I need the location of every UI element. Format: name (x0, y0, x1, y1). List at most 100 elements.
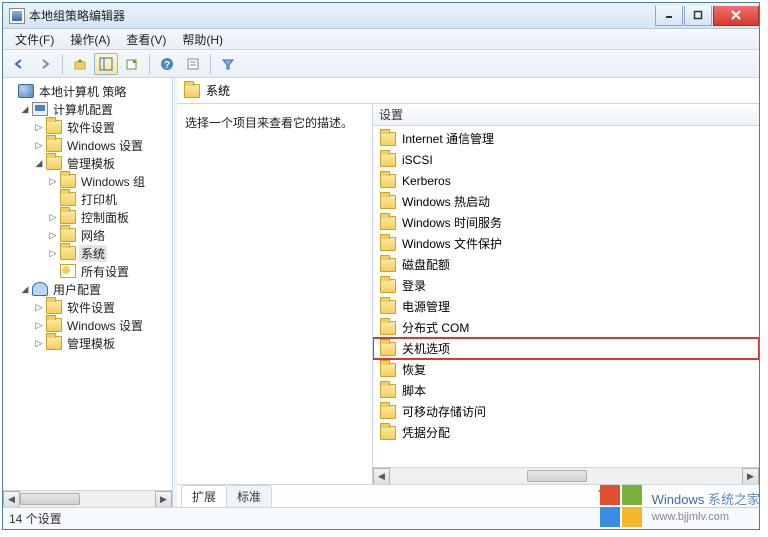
minimize-button[interactable] (655, 6, 683, 26)
tree-pane[interactable]: 本地计算机 策略 ◢ 计算机配置 ▷ 软件设置 ▷ Windows 设置 (3, 78, 173, 507)
list-item-label: 登录 (402, 277, 426, 294)
tree-control-panel[interactable]: 控制面板 (79, 209, 131, 226)
column-header-settings[interactable]: 设置 (373, 104, 759, 126)
tree-software-settings2[interactable]: 软件设置 (65, 299, 117, 316)
expander-closed-icon[interactable]: ▷ (33, 337, 45, 349)
expander-closed-icon[interactable]: ▷ (47, 175, 59, 187)
watermark-url: www.bjjmlv.com (652, 511, 729, 523)
scroll-left-icon[interactable]: ◀ (3, 491, 20, 507)
watermark-text: Windows 系统之家 www.bjjmlv.com (652, 489, 760, 523)
help-button[interactable]: ? (155, 53, 179, 75)
expander-closed-icon[interactable]: ▷ (47, 211, 59, 223)
items-hscrollbar[interactable]: ◀ ▶ (373, 467, 759, 484)
list-item[interactable]: Windows 文件保护 (373, 233, 759, 254)
folder-icon (380, 321, 396, 335)
tree-windows-components[interactable]: Windows 组 (79, 173, 147, 190)
list-item[interactable]: Internet 通信管理 (373, 128, 759, 149)
tab-standard[interactable]: 标准 (226, 485, 272, 507)
list-item[interactable]: 磁盘配额 (373, 254, 759, 275)
list-item[interactable]: iSCSI (373, 149, 759, 170)
list-item[interactable]: Windows 时间服务 (373, 212, 759, 233)
list-item-label: 脚本 (402, 382, 426, 399)
tree-user-config[interactable]: 用户配置 (51, 281, 103, 298)
filter-button[interactable] (216, 53, 240, 75)
list-item-label: 电源管理 (402, 298, 450, 315)
tree-windows-settings2[interactable]: Windows 设置 (65, 317, 145, 334)
folder-icon (46, 300, 62, 314)
list-item[interactable]: 可移动存储访问 (373, 401, 759, 422)
scroll-left-icon[interactable]: ◀ (373, 468, 390, 484)
watermark-brand: Windows (652, 492, 705, 507)
expander-closed-icon[interactable]: ▷ (33, 121, 45, 133)
folder-icon (60, 246, 76, 260)
folder-icon (184, 84, 200, 98)
list-item[interactable]: 登录 (373, 275, 759, 296)
expander-closed-icon[interactable]: ▷ (33, 139, 45, 151)
tree-hscrollbar[interactable]: ◀ ▶ (3, 490, 172, 507)
tree-windows-settings[interactable]: Windows 设置 (65, 137, 145, 154)
tree-admin-templates2[interactable]: 管理模板 (65, 335, 117, 352)
expander-closed-icon[interactable]: ▷ (33, 301, 45, 313)
export-button[interactable] (120, 53, 144, 75)
list-item-label: 分布式 COM (402, 319, 469, 336)
list-item[interactable]: 脚本 (373, 380, 759, 401)
properties-button[interactable] (181, 53, 205, 75)
help-icon: ? (160, 57, 174, 71)
back-button[interactable] (7, 53, 31, 75)
tab-extended[interactable]: 扩展 (181, 485, 227, 507)
list-item[interactable]: Windows 热启动 (373, 191, 759, 212)
list-item[interactable]: 凭据分配 (373, 422, 759, 443)
tree-printers[interactable]: 打印机 (79, 191, 119, 208)
expander-closed-icon[interactable]: ▷ (47, 247, 59, 259)
folder-icon (380, 279, 396, 293)
description-panel: 选择一个项目来查看它的描述。 (177, 104, 373, 484)
toolbar-sep (62, 54, 63, 74)
scroll-right-icon[interactable]: ▶ (742, 468, 759, 484)
tree-root[interactable]: 本地计算机 策略 (37, 83, 128, 100)
expander-closed-icon[interactable]: ▷ (33, 319, 45, 331)
menu-help[interactable]: 帮助(H) (174, 29, 231, 50)
list-item-label: 磁盘配额 (402, 256, 450, 273)
folder-icon (380, 195, 396, 209)
expander-closed-icon[interactable]: ▷ (47, 229, 59, 241)
list-item-label: Windows 热启动 (402, 193, 490, 210)
tree-admin-templates[interactable]: 管理模板 (65, 155, 117, 172)
show-tree-button[interactable] (94, 53, 118, 75)
tree-system[interactable]: 系统 (79, 245, 107, 262)
menu-file[interactable]: 文件(F) (7, 29, 62, 50)
minimize-icon (664, 10, 674, 20)
menu-action[interactable]: 操作(A) (62, 29, 118, 50)
list-item[interactable]: 电源管理 (373, 296, 759, 317)
expander-open-icon[interactable]: ◢ (33, 157, 45, 169)
expander-open-icon[interactable]: ◢ (19, 283, 31, 295)
tree-icon (99, 57, 113, 71)
folder-icon (46, 336, 62, 350)
tree-all-settings[interactable]: 所有设置 (79, 263, 131, 280)
scroll-right-icon[interactable]: ▶ (155, 491, 172, 507)
all-settings-icon (60, 264, 76, 278)
list-item[interactable]: 关机选项 (373, 338, 759, 359)
list-item-label: 关机选项 (402, 340, 450, 357)
folder-icon (380, 342, 396, 356)
up-button[interactable] (68, 53, 92, 75)
folder-icon (46, 120, 62, 134)
scroll-thumb[interactable] (527, 470, 587, 482)
window-buttons (654, 6, 759, 26)
list-item[interactable]: Kerberos (373, 170, 759, 191)
maximize-button[interactable] (684, 6, 712, 26)
scroll-thumb[interactable] (20, 493, 80, 505)
tree-computer-config[interactable]: 计算机配置 (51, 101, 115, 118)
menu-view[interactable]: 查看(V) (118, 29, 174, 50)
forward-button[interactable] (33, 53, 57, 75)
items-list[interactable]: Internet 通信管理iSCSIKerberos Windows 热启动 Win… (373, 126, 759, 467)
tree-network[interactable]: 网络 (79, 227, 107, 244)
list-item-label: 凭据分配 (402, 424, 450, 441)
list-item[interactable]: 分布式 COM (373, 317, 759, 338)
folder-icon (46, 156, 62, 170)
close-button[interactable] (713, 6, 759, 26)
filter-icon (221, 57, 235, 71)
list-item[interactable]: 恢复 (373, 359, 759, 380)
tree-software-settings[interactable]: 软件设置 (65, 119, 117, 136)
titlebar[interactable]: 本地组策略编辑器 (3, 3, 759, 29)
expander-open-icon[interactable]: ◢ (19, 103, 31, 115)
